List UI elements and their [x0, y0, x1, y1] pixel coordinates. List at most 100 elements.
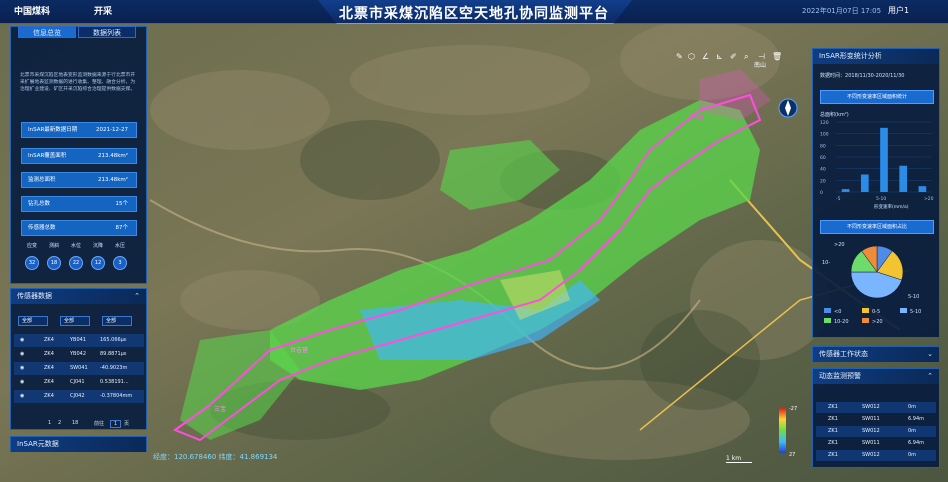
count-label: 水压: [114, 243, 125, 249]
bar-ylabel: 总面积(km²): [820, 111, 849, 118]
warning-row[interactable]: ZK1 SW011 6.94m: [816, 438, 936, 449]
insar-meta-panel[interactable]: InSAR元数据: [10, 436, 147, 452]
stat-insar-date: InSAR最新数据日期 2021-12-27: [21, 122, 137, 138]
bar-xlabel: 形变速率(mm/a): [874, 203, 909, 210]
bar[interactable]: [899, 165, 908, 192]
legend-swatch: [824, 318, 831, 323]
dynamic-warning-header[interactable]: 动态监测预警 ⌃: [813, 369, 939, 384]
sensor-status-header[interactable]: 传感器工作状态 ⌄: [813, 347, 939, 362]
edit-icon[interactable]: ✐: [730, 52, 737, 61]
legend-swatch: [824, 308, 831, 313]
page-input[interactable]: 1: [110, 420, 122, 428]
overview-description: 北票市采煤沉陷区地表变形监测数据来源于行北票市开采扩展地表监测数据的进行收集、整…: [20, 73, 136, 92]
pie-label: 10-: [822, 260, 830, 266]
colorbar: [779, 408, 786, 453]
user-menu[interactable]: 用户1: [888, 5, 909, 16]
tab-overview[interactable]: 信息总览: [18, 26, 76, 38]
table-row[interactable]: ◉ ZK4 CJ041 0.538191...: [14, 376, 144, 389]
count-badge[interactable]: 22: [69, 256, 83, 270]
bar-xtick: -5: [836, 196, 841, 202]
bar-xtick: >20: [924, 196, 934, 202]
legend-swatch: [862, 308, 869, 313]
bar-ytick: 0: [820, 190, 823, 196]
legend-label: 10-20: [834, 319, 849, 325]
page-link-last[interactable]: 18: [72, 420, 78, 426]
chevron-down-icon[interactable]: ⌄: [927, 347, 933, 362]
map-label: 白石: [690, 113, 704, 121]
eye-icon[interactable]: ◉: [20, 348, 24, 361]
count-badge[interactable]: 32: [25, 256, 39, 270]
legend-label: 0-5: [872, 309, 880, 315]
bar[interactable]: [841, 189, 850, 192]
scale-bar: 1 km: [726, 455, 752, 463]
area-bar-chart: 总面积(km²) 0 20 40 60 80 100 120 -5 5-10 >20 形变速率(mm/…: [820, 111, 934, 210]
bar[interactable]: [860, 174, 869, 193]
search-icon[interactable]: ⌕: [744, 52, 748, 62]
legend-swatch: [862, 318, 869, 323]
warning-row[interactable]: ZK1 SW012 0m: [816, 450, 936, 461]
legend-label: >20: [872, 319, 883, 325]
bar[interactable]: [880, 127, 888, 192]
tab-data-list[interactable]: 数据列表: [78, 26, 136, 38]
legend-label: 5-10: [910, 309, 921, 315]
filter-select-2[interactable]: 全部: [60, 316, 90, 326]
stat-insar-area: InSAR覆盖面积 213.48km²: [21, 148, 137, 164]
warning-row[interactable]: ZK1 SW012 0m: [816, 426, 936, 437]
datetime: 2022年01月07日 17:05: [802, 7, 882, 15]
table-row[interactable]: ◉ ZK4 SW041 -40.9023m: [14, 362, 144, 375]
pie-label: >20: [834, 242, 845, 248]
count-label: 测斜: [48, 243, 59, 249]
count-badge[interactable]: 3: [113, 256, 127, 270]
stat-sensor-count: 传感器总数 87个: [21, 220, 137, 236]
warning-row[interactable]: ZK1 SW011 6.94m: [816, 414, 936, 425]
area-ratio-button[interactable]: 不同形变速率区域面积占比: [820, 220, 934, 234]
legend-swatch: [900, 308, 907, 313]
coordinate-readout: 经度：120.678460 纬度：41.869134: [153, 453, 278, 461]
stat-monitor-area: 监测总面积 213.48km²: [21, 172, 137, 188]
stat-drill-count: 钻孔总数 15个: [21, 196, 137, 212]
filter-select-3[interactable]: 全部: [102, 316, 132, 326]
area-pie-chart: >20 10- 5-10 <0 0-5 5-10 10-20 >20: [822, 242, 921, 325]
count-label: 沉降: [92, 243, 103, 249]
sensor-status-panel[interactable]: 传感器工作状态 ⌄: [812, 346, 940, 362]
draw-polygon-icon[interactable]: ⬡: [688, 52, 695, 61]
delete-icon[interactable]: 🗑: [772, 52, 782, 61]
bar[interactable]: [918, 186, 927, 192]
insar-stats-header: InSAR形变统计分析: [813, 49, 939, 64]
warning-row[interactable]: ZK1 SW012 0m: [816, 402, 936, 413]
table-row[interactable]: ◉ ZK4 YB042 89.8871με: [14, 348, 144, 361]
chevron-up-icon[interactable]: ⌃: [927, 369, 933, 384]
eye-icon[interactable]: ◉: [20, 334, 24, 347]
page-link-2[interactable]: 2: [58, 420, 61, 426]
page-unit: 页: [124, 421, 130, 427]
draw-line-icon[interactable]: ✎: [676, 52, 683, 61]
page-link-1[interactable]: 1: [48, 420, 51, 426]
count-badge[interactable]: 18: [47, 256, 61, 270]
chevron-up-icon[interactable]: ⌃: [134, 289, 140, 304]
filter-select-1[interactable]: 全部: [18, 316, 48, 326]
bar-ytick: 40: [820, 167, 826, 173]
sensor-panel-header[interactable]: 传感器数据 ⌃: [11, 289, 146, 304]
bar-ytick: 60: [820, 155, 826, 161]
eye-icon[interactable]: ◉: [20, 390, 24, 403]
bar-ytick: 80: [820, 143, 826, 149]
measure-angle-icon[interactable]: ∠: [702, 52, 709, 61]
bar-xtick: 5-10: [876, 196, 886, 202]
eye-icon[interactable]: ◉: [20, 376, 24, 389]
date-range: 数据时间：2018/11/30-2020/11/30: [820, 73, 905, 79]
bar-ytick: 120: [820, 120, 829, 126]
colorbar-min: 27: [789, 452, 796, 458]
table-row[interactable]: ◉ ZK4 YB041 165.066με: [14, 334, 144, 347]
colorbar-max: -27: [789, 406, 798, 412]
table-row[interactable]: ◉ ZK4 CJ042 -0.37804mm: [14, 390, 144, 403]
count-label: 应变: [26, 243, 37, 249]
eye-icon[interactable]: ◉: [20, 362, 24, 375]
legend-label: <0: [834, 309, 841, 315]
measure-distance-icon[interactable]: ⊾: [716, 52, 723, 61]
bar-ytick: 100: [820, 132, 829, 138]
pie-label: 5-10: [908, 294, 919, 300]
area-stat-button[interactable]: 不同形变速率区域面积统计: [820, 90, 934, 104]
count-badge[interactable]: 12: [91, 256, 105, 270]
insar-meta-header[interactable]: InSAR元数据: [11, 437, 146, 452]
goto-label: 前往: [94, 421, 105, 427]
